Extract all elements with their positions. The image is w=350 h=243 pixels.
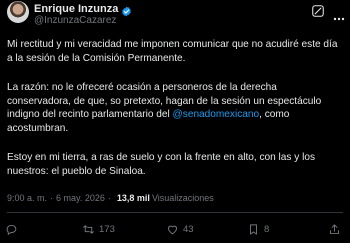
divider xyxy=(7,212,343,213)
tweet-header: Enrique Inzunza @InzunzaCazarez xyxy=(0,0,350,30)
tweet-paragraph-1: Mi rectitud y mi veracidad me imponen co… xyxy=(7,39,338,64)
handle[interactable]: @InzunzaCazarez xyxy=(34,15,116,26)
mention-link[interactable]: @senadomexicano xyxy=(173,109,260,120)
tweet-paragraph-3: Estoy en mi tierra, a ras de suelo y con… xyxy=(7,152,316,177)
meta-separator-2: · xyxy=(107,193,111,203)
tweet: Enrique Inzunza @InzunzaCazarez Mi recti… xyxy=(0,0,350,243)
retweet-icon xyxy=(83,224,94,234)
name-row: Enrique Inzunza xyxy=(34,2,132,16)
verified-badge-icon[interactable] xyxy=(121,4,132,16)
retweet-button[interactable]: 173 xyxy=(82,220,115,238)
tweet-paragraph-2: La razón: no le ofreceré ocasión a perso… xyxy=(7,81,343,135)
action-bar: 173 43 8 xyxy=(0,220,350,238)
tweet-meta: 9:00 a. m. · 6 may. 2026 · 13,8 mil Visu… xyxy=(7,193,214,203)
like-icon xyxy=(167,225,178,234)
bookmark-count: 8 xyxy=(264,223,270,235)
avatar[interactable] xyxy=(7,1,29,23)
share-icon xyxy=(329,223,340,234)
reply-icon xyxy=(6,224,17,235)
reply-button[interactable] xyxy=(5,220,22,238)
views-count[interactable]: 13,8 mil xyxy=(117,193,150,203)
views-label: Visualizaciones xyxy=(151,193,214,203)
share-button[interactable] xyxy=(328,220,345,238)
meta-separator: · xyxy=(50,193,54,203)
retweet-count: 173 xyxy=(99,223,115,235)
tweet-time[interactable]: 9:00 a. m. xyxy=(7,193,47,203)
like-count: 43 xyxy=(183,223,194,235)
display-name[interactable]: Enrique Inzunza xyxy=(34,3,118,15)
more-icon[interactable] xyxy=(333,8,345,21)
like-button[interactable]: 43 xyxy=(166,220,194,238)
grok-icon[interactable] xyxy=(311,4,325,18)
bookmark-button[interactable]: 8 xyxy=(247,220,269,238)
tweet-date[interactable]: 6 may. 2026 xyxy=(56,193,105,203)
bookmark-icon xyxy=(250,223,257,235)
